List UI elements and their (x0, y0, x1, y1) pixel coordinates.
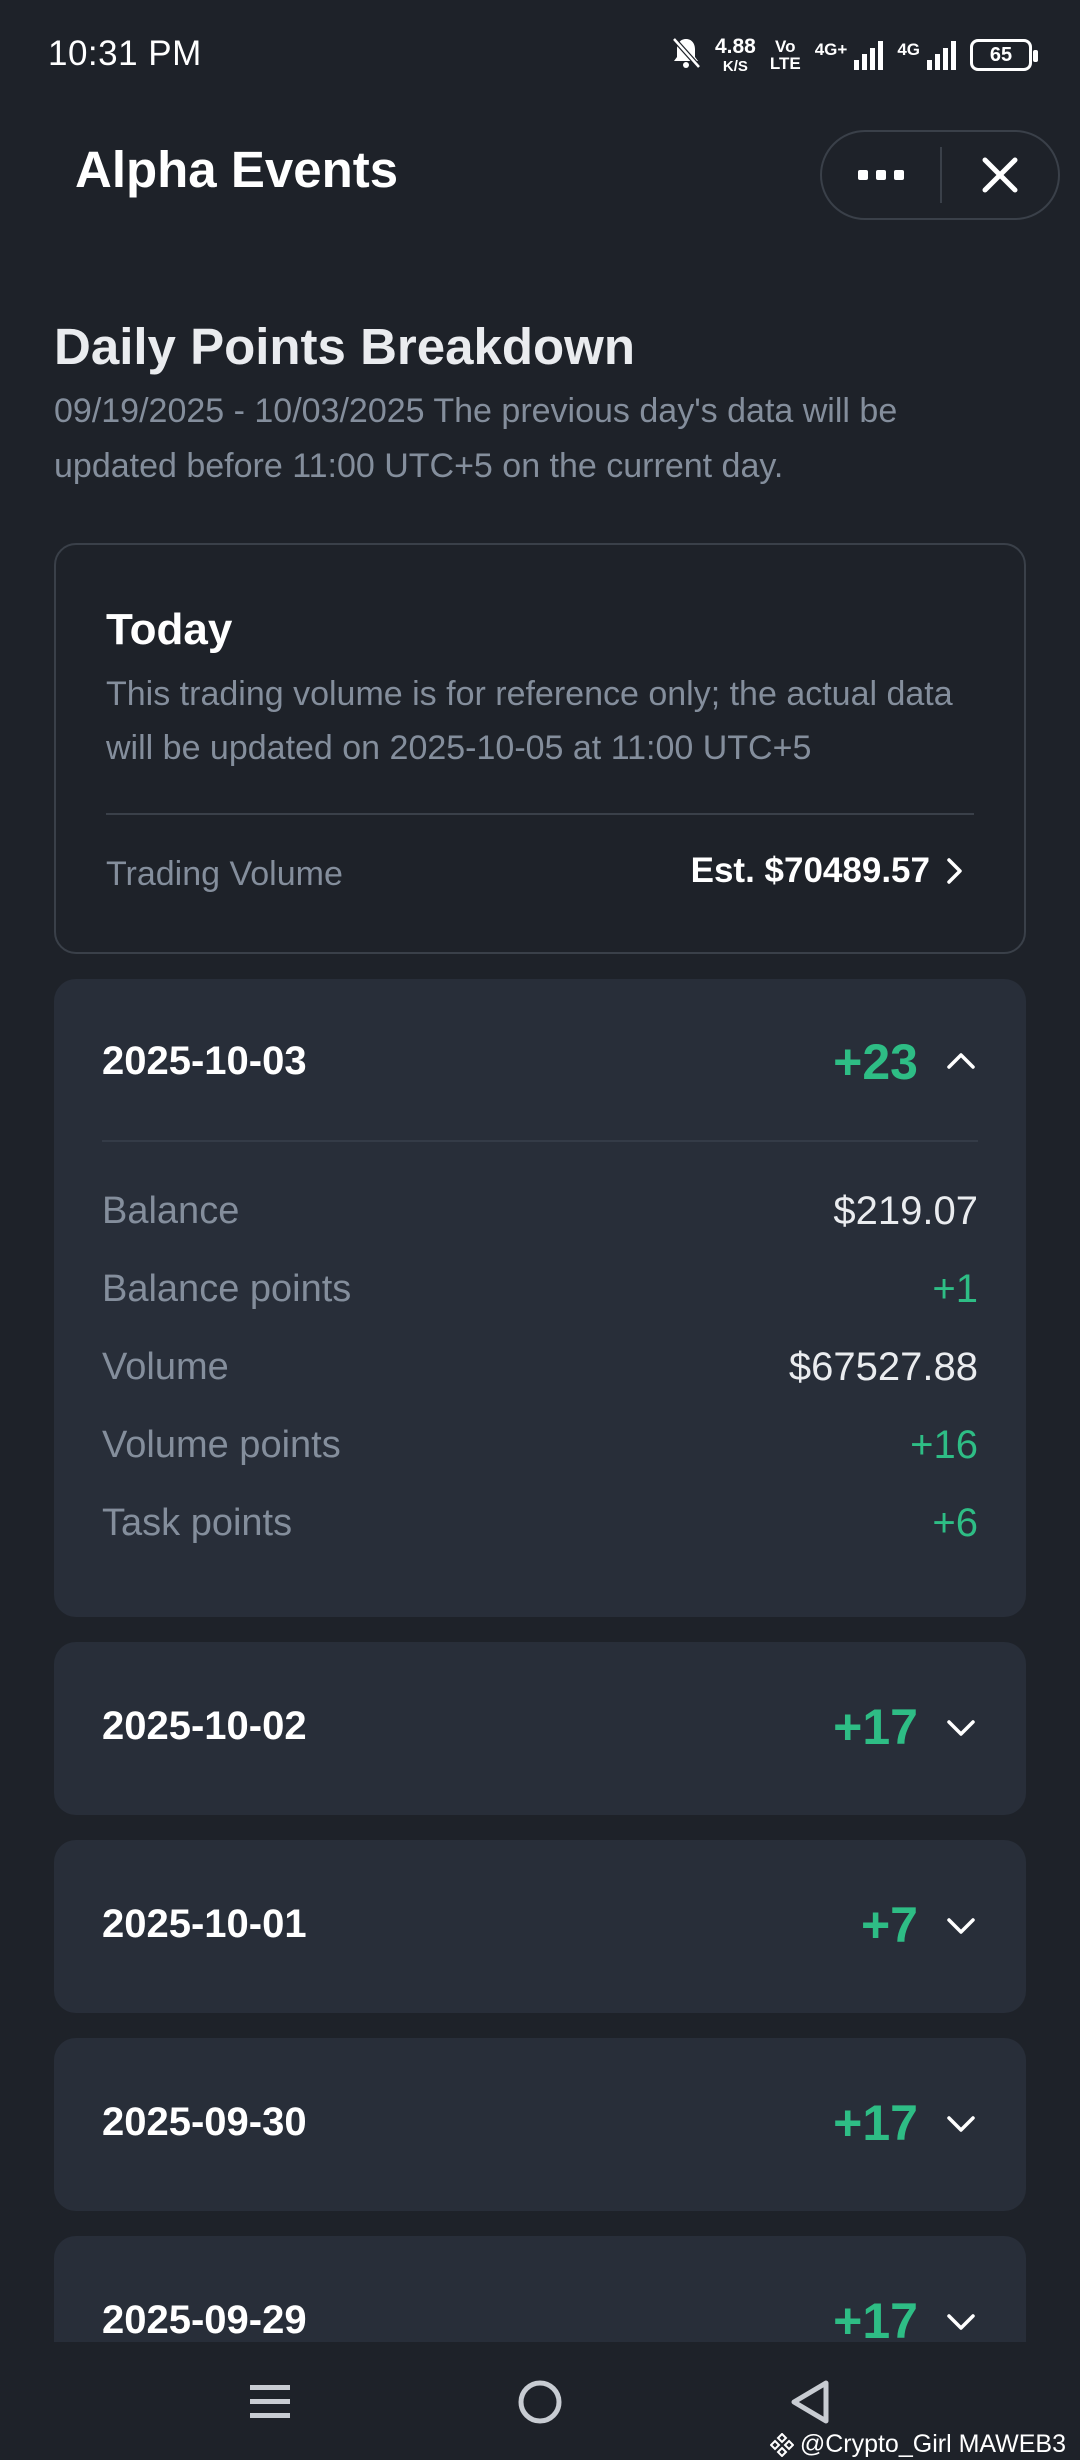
home-button[interactable] (510, 2372, 570, 2432)
detail-value: +1 (932, 1266, 978, 1311)
status-icons: 4.88 K/S Vo LTE 4G+ 4G 65 (671, 30, 1038, 80)
battery-icon: 65 (970, 39, 1038, 71)
day-card[interactable]: 2025-10-01 +7 (54, 1840, 1026, 2013)
volte-indicator: Vo LTE (770, 38, 801, 72)
sim2-label: 4G (897, 40, 920, 59)
detail-label: Task points (102, 1501, 293, 1544)
sim1-label: 4G+ (814, 40, 848, 59)
signal-icon: 4G+ (815, 40, 884, 70)
home-icon (518, 2380, 562, 2424)
trading-volume-link[interactable]: Est. $70489.57 (691, 851, 964, 891)
chevron-down-icon[interactable] (944, 1909, 978, 1943)
chevron-up-icon[interactable] (944, 1044, 978, 1078)
day-points: +17 (833, 1699, 918, 1755)
signal-icon: 4G (897, 40, 956, 70)
network-speed-value: 4.88 (714, 35, 756, 58)
bell-muted-icon (671, 36, 701, 75)
volte-bottom: LTE (769, 54, 801, 73)
network-speed: 4.88 K/S (715, 36, 756, 74)
today-title: Today (106, 605, 233, 654)
day-date: 2025-09-29 (102, 2298, 307, 2342)
day-card[interactable]: 2025-10-02 +17 (54, 1642, 1026, 1815)
more-button[interactable] (822, 132, 940, 218)
volte-top: Vo (775, 37, 796, 56)
mini-app-capsule (820, 130, 1060, 220)
menu-icon (250, 2385, 290, 2418)
watermark: @Crypto_Girl MAWEB3 (769, 2430, 1066, 2459)
detail-label: Volume (102, 1345, 229, 1388)
battery-level: 65 (989, 43, 1013, 66)
trading-volume-value: Est. $70489.57 (690, 851, 930, 890)
detail-row: Task points +6 (102, 1493, 978, 1553)
day-points: +23 (833, 1034, 918, 1090)
section-title: Daily Points Breakdown (54, 318, 635, 375)
day-card[interactable]: 2025-09-30 +17 (54, 2038, 1026, 2211)
back-icon (791, 2380, 829, 2424)
app-screen: 10:31 PM 4.88 K/S Vo LTE 4G+ 4G 65 Alpha… (0, 0, 1080, 2460)
detail-value: $67527.88 (788, 1344, 978, 1389)
app-title: Alpha Events (75, 141, 399, 198)
system-nav-bar: @Crypto_Girl MAWEB3 (0, 2342, 1080, 2460)
binance-logo-icon (769, 2432, 794, 2457)
detail-value: $219.07 (833, 1188, 978, 1233)
detail-label: Balance (102, 1189, 240, 1232)
menu-button[interactable] (240, 2372, 300, 2432)
detail-value: +16 (910, 1422, 978, 1467)
section-subtitle: 09/19/2025 - 10/03/2025 The previous day… (54, 392, 898, 485)
day-date: 2025-10-01 (102, 1902, 307, 1946)
day-card: 2025-10-03 +23 Balance $219.07 Balance p… (54, 979, 1026, 1617)
watermark-text: @Crypto_Girl MAWEB3 (799, 2430, 1066, 2458)
chevron-right-icon (947, 858, 962, 884)
detail-row: Volume $67527.88 (102, 1337, 978, 1397)
day-points: +7 (860, 1897, 918, 1953)
day-date: 2025-09-30 (102, 2100, 307, 2144)
chevron-down-icon[interactable] (944, 2305, 978, 2339)
chevron-down-icon[interactable] (944, 1711, 978, 1745)
close-icon (982, 157, 1018, 193)
day-date: 2025-10-03 (102, 1039, 307, 1083)
day-date: 2025-10-02 (102, 1704, 307, 1748)
chevron-down-icon[interactable] (944, 2107, 978, 2141)
divider (106, 813, 974, 815)
day-points: +17 (833, 2095, 918, 2151)
today-description: This trading volume is for reference onl… (106, 675, 953, 767)
detail-label: Volume points (102, 1423, 341, 1466)
status-bar: 10:31 PM 4.88 K/S Vo LTE 4G+ 4G 65 (0, 0, 1080, 110)
status-time: 10:31 PM (48, 34, 202, 73)
detail-row: Volume points +16 (102, 1415, 978, 1475)
detail-row: Balance $219.07 (102, 1181, 978, 1241)
detail-row: Balance points +1 (102, 1259, 978, 1319)
back-button[interactable] (780, 2372, 840, 2432)
today-card: Today This trading volume is for referen… (54, 543, 1026, 954)
trading-volume-label: Trading Volume (106, 855, 343, 893)
divider (102, 1140, 978, 1142)
network-speed-unit: K/S (722, 58, 748, 75)
more-dots-icon (858, 170, 868, 180)
detail-label: Balance points (102, 1267, 352, 1310)
detail-value: +6 (932, 1500, 978, 1545)
close-button[interactable] (942, 132, 1058, 218)
